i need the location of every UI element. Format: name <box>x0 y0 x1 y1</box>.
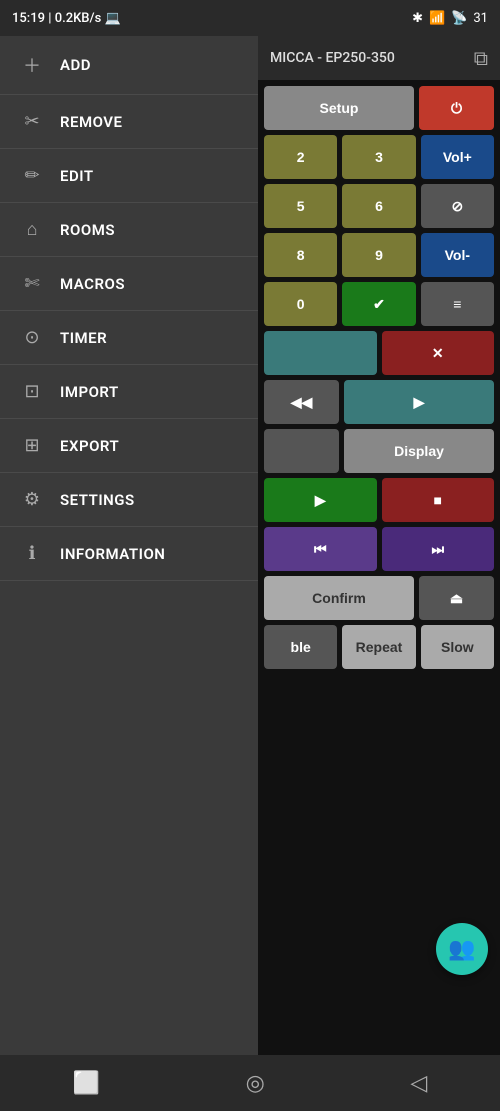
setup-button[interactable]: Setup <box>264 86 414 130</box>
btn-8[interactable]: 8 <box>264 233 337 277</box>
remote-buttons-area: Setup ⏻ 2 3 Vol+ 5 6 ⊘ 8 9 Vol- <box>258 80 500 1055</box>
sidebar-item-timer-label: TIMER <box>60 329 107 347</box>
import-icon: ⊡ <box>20 381 44 402</box>
sidebar-item-settings[interactable]: ⚙ SETTINGS <box>0 473 258 527</box>
rooms-icon: ⌂ <box>20 219 44 240</box>
battery-icon: 31 <box>473 11 488 26</box>
time: 15:19 <box>12 11 45 26</box>
sidebar-item-export-label: EXPORT <box>60 437 119 455</box>
eject-button[interactable]: ⏏ <box>419 576 494 620</box>
main-area: ＋ ADD ✂ REMOVE ✏ EDIT ⌂ ROOMS ✄ MACROS ⊙… <box>0 36 500 1055</box>
speed-value: 0.2KB/s <box>55 11 102 26</box>
nav-square-button[interactable]: ⬜ <box>53 1063 120 1104</box>
sidebar-item-information-label: INFORMATION <box>60 545 165 563</box>
btn-row-11: Confirm ⏏ <box>264 576 494 620</box>
btn-row-3: 5 6 ⊘ <box>264 184 494 228</box>
stop-button[interactable]: ■ <box>382 478 495 522</box>
macros-icon: ✄ <box>20 273 44 294</box>
sidebar-item-rooms[interactable]: ⌂ ROOMS <box>0 203 258 257</box>
btn-6[interactable]: 6 <box>342 184 415 228</box>
users-icon: 👥 <box>448 937 475 962</box>
ble-button[interactable]: ble <box>264 625 337 669</box>
sidebar-item-import[interactable]: ⊡ IMPORT <box>0 365 258 419</box>
blank-teal-button[interactable] <box>264 331 377 375</box>
sidebar-item-add-label: ADD <box>60 56 91 74</box>
btn-row-6: ✕ <box>264 331 494 375</box>
timer-icon: ⊙ <box>20 327 44 348</box>
btn-5[interactable]: 5 <box>264 184 337 228</box>
confirm-button[interactable]: Confirm <box>264 576 414 620</box>
sidebar-item-remove-label: REMOVE <box>60 113 123 131</box>
close-button[interactable]: ✕ <box>382 331 495 375</box>
status-icons: ✱ 📶 📡 31 <box>412 11 488 26</box>
btn-row-7: ◀◀ ▶ <box>264 380 494 424</box>
prev-button[interactable]: ⏮ <box>264 527 377 571</box>
nav-home-button[interactable]: ◎ <box>226 1063 285 1104</box>
play-forward-button[interactable]: ▶ <box>344 380 494 424</box>
status-time-speed: 15:19 | 0.2KB/s 💻 <box>12 11 121 26</box>
remote-header: MICCA - EP250-350 ⧉ <box>258 36 500 80</box>
play-button[interactable]: ▶ <box>264 478 377 522</box>
sidebar-item-macros-label: MACROS <box>60 275 125 293</box>
btn-2[interactable]: 2 <box>264 135 337 179</box>
bluetooth-icon: ✱ <box>412 11 423 26</box>
sidebar-item-timer[interactable]: ⊙ TIMER <box>0 311 258 365</box>
add-icon: ＋ <box>20 52 44 78</box>
sidebar-item-add[interactable]: ＋ ADD <box>0 36 258 95</box>
menu-button[interactable]: ≡ <box>421 282 494 326</box>
sidebar-item-edit-label: EDIT <box>60 167 94 185</box>
btn-row-12: ble Repeat Slow <box>264 625 494 669</box>
ok-button[interactable]: ✔ <box>342 282 415 326</box>
btn-row-2: 2 3 Vol+ <box>264 135 494 179</box>
btn-row-4: 8 9 Vol- <box>264 233 494 277</box>
vol-plus-button[interactable]: Vol+ <box>421 135 494 179</box>
btn-row-8: Display <box>264 429 494 473</box>
slow-button[interactable]: Slow <box>421 625 494 669</box>
mute-button[interactable]: ⊘ <box>421 184 494 228</box>
status-bar: 15:19 | 0.2KB/s 💻 ✱ 📶 📡 31 <box>0 0 500 36</box>
sidebar-item-edit[interactable]: ✏ EDIT <box>0 149 258 203</box>
bottom-nav-bar: ⬜ ◎ ◁ <box>0 1055 500 1111</box>
power-button[interactable]: ⏻ <box>419 86 494 130</box>
btn-row-5: 0 ✔ ≡ <box>264 282 494 326</box>
wifi-icon: 📡 <box>451 11 467 26</box>
btn-row-9: ▶ ■ <box>264 478 494 522</box>
signal-icon: 📶 <box>429 11 445 26</box>
remote-title: MICCA - EP250-350 <box>270 50 395 66</box>
vol-minus-button[interactable]: Vol- <box>421 233 494 277</box>
sidebar-item-settings-label: SETTINGS <box>60 491 135 509</box>
sidebar-item-macros[interactable]: ✄ MACROS <box>0 257 258 311</box>
remote-pages-icon[interactable]: ⧉ <box>474 46 488 70</box>
back-button[interactable]: ◀◀ <box>264 380 339 424</box>
display-button[interactable]: Display <box>344 429 494 473</box>
btn-0[interactable]: 0 <box>264 282 337 326</box>
sidebar-item-information[interactable]: ℹ INFORMATION <box>0 527 258 581</box>
btn-row-1: Setup ⏻ <box>264 86 494 130</box>
monitor-icon: 💻 <box>105 11 121 26</box>
nav-back-button[interactable]: ◁ <box>390 1063 447 1104</box>
information-icon: ℹ <box>20 543 44 564</box>
settings-icon: ⚙ <box>20 489 44 510</box>
remove-icon: ✂ <box>20 111 44 132</box>
sidebar-item-remove[interactable]: ✂ REMOVE <box>0 95 258 149</box>
btn-row-10: ⏮ ⏭ <box>264 527 494 571</box>
btn-3[interactable]: 3 <box>342 135 415 179</box>
fab-button[interactable]: 👥 <box>436 923 488 975</box>
next-button[interactable]: ⏭ <box>382 527 495 571</box>
sidebar-item-export[interactable]: ⊞ EXPORT <box>0 419 258 473</box>
edit-icon: ✏ <box>20 165 44 186</box>
export-icon: ⊞ <box>20 435 44 456</box>
sidebar-item-rooms-label: ROOMS <box>60 221 115 239</box>
repeat-button[interactable]: Repeat <box>342 625 415 669</box>
btn-9[interactable]: 9 <box>342 233 415 277</box>
sidebar: ＋ ADD ✂ REMOVE ✏ EDIT ⌂ ROOMS ✄ MACROS ⊙… <box>0 36 258 1055</box>
remote-panel: MICCA - EP250-350 ⧉ Setup ⏻ 2 3 Vol+ 5 6… <box>258 36 500 1055</box>
sidebar-item-import-label: IMPORT <box>60 383 119 401</box>
blank-dark-button[interactable] <box>264 429 339 473</box>
